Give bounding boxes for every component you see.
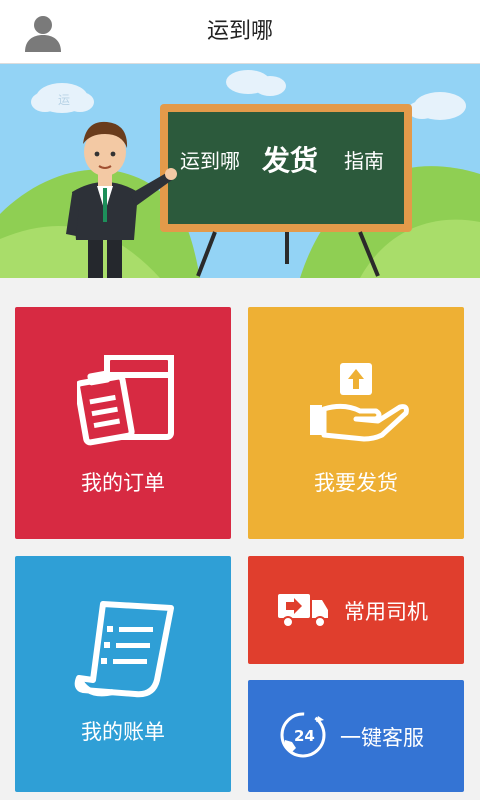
board-text-b: 发货 [261, 144, 318, 177]
board-text-a: 运到哪 [180, 149, 240, 173]
clipboard-box-icon [74, 354, 175, 451]
phone-24-icon: 24 [278, 710, 328, 764]
cloud-text: 运 [58, 93, 70, 107]
receipt-icon [73, 600, 177, 704]
truck-icon [276, 590, 330, 634]
hand-package-icon [304, 359, 410, 449]
ship-goods-label: 我要发货 [314, 471, 398, 495]
my-bills-label: 我的账单 [81, 720, 165, 744]
page-title: 运到哪 [206, 19, 273, 44]
app-header: 运到哪 [0, 0, 480, 64]
frequent-drivers-tile[interactable]: 常用司机 [248, 556, 464, 664]
my-orders-label: 我的订单 [81, 471, 165, 495]
my-bills-tile[interactable]: 我的账单 [15, 556, 231, 792]
promo-banner[interactable]: 运 运到哪 发货 指南 [0, 64, 480, 278]
ship-goods-tile[interactable]: 我要发货 [248, 307, 464, 539]
frequent-drivers-label: 常用司机 [344, 600, 428, 624]
customer-service-label: 一键客服 [340, 726, 424, 750]
customer-service-tile[interactable]: 24 一键客服 [248, 680, 464, 792]
support-24-text: 24 [294, 727, 315, 745]
my-orders-tile[interactable]: 我的订单 [15, 307, 231, 539]
board-text-c: 指南 [344, 149, 384, 173]
